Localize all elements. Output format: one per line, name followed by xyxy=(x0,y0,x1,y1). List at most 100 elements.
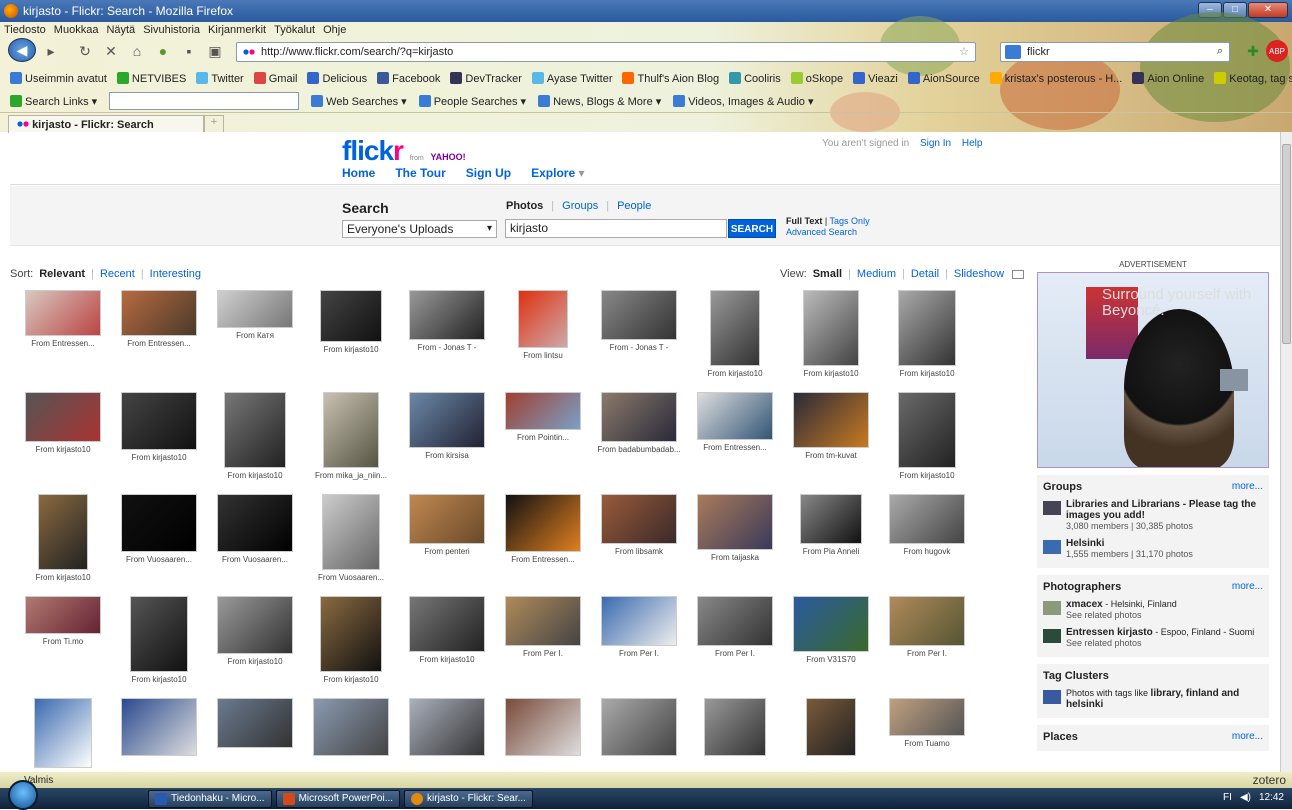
menu-item[interactable]: Sivuhistoria xyxy=(143,24,200,36)
tab-flickr-search[interactable]: kirjasto - Flickr: Search xyxy=(8,115,204,133)
photo-thumbnail[interactable] xyxy=(601,494,677,544)
nav-home[interactable]: Home xyxy=(342,166,375,180)
photo-result[interactable]: From kirjasto10 xyxy=(207,392,303,480)
photo-caption[interactable]: From kirjasto10 xyxy=(207,657,303,666)
start-button[interactable] xyxy=(8,779,38,810)
web-searches-menu[interactable]: Web Searches ▾ xyxy=(311,94,407,108)
zotero-button[interactable]: zotero xyxy=(1253,773,1286,787)
photo-thumbnail[interactable] xyxy=(505,698,581,756)
photo-thumbnail[interactable] xyxy=(889,698,965,736)
photo-result[interactable] xyxy=(303,698,399,759)
photo-caption[interactable]: From lintsu xyxy=(495,351,591,360)
photo-caption[interactable]: From kirjasto10 xyxy=(303,345,399,354)
reload-icon[interactable]: ↻ xyxy=(74,40,96,62)
photo-caption[interactable]: From Vuosaaren... xyxy=(111,555,207,564)
volume-icon[interactable]: ◀) xyxy=(1240,792,1251,803)
photo-result[interactable]: From Pointin... xyxy=(495,392,591,442)
photo-thumbnail[interactable] xyxy=(697,392,773,440)
photo-caption[interactable]: From penteri xyxy=(399,547,495,556)
nav-tour[interactable]: The Tour xyxy=(395,166,445,180)
photo-result[interactable]: From kirjasto10 xyxy=(15,392,111,454)
people-searches-menu[interactable]: People Searches ▾ xyxy=(418,94,526,108)
photographer-item[interactable]: Entressen kirjasto - Espoo, Finland - Su… xyxy=(1043,627,1263,649)
photo-caption[interactable]: From Per I. xyxy=(495,649,591,658)
clock[interactable]: 12:42 xyxy=(1259,792,1284,803)
photo-result[interactable]: From kirsisa xyxy=(399,392,495,460)
bookmark-item[interactable]: Ayase Twitter xyxy=(531,71,612,85)
photo-caption[interactable]: From Ti.mo xyxy=(15,637,111,646)
search-button[interactable]: SEARCH xyxy=(728,219,776,238)
bookmark-item[interactable]: DevTracker xyxy=(450,71,522,85)
photo-result[interactable]: From badabumbadab... xyxy=(591,392,687,454)
advanced-search-link[interactable]: Advanced Search xyxy=(786,227,857,237)
photo-caption[interactable]: From Entressen... xyxy=(111,339,207,348)
photo-caption[interactable]: From kirjasto10 xyxy=(15,573,111,582)
photo-caption[interactable]: From badabumbadab... xyxy=(591,445,687,454)
browser-search-input[interactable]: flickr ⌕ xyxy=(1000,42,1230,62)
photo-thumbnail[interactable] xyxy=(38,494,88,570)
photo-thumbnail[interactable] xyxy=(25,392,101,442)
fulltext-option[interactable]: Full Text xyxy=(786,216,822,226)
photo-caption[interactable]: From mika_ja_niin... xyxy=(303,471,399,480)
photo-result[interactable]: From Per I. xyxy=(591,596,687,658)
tab-groups[interactable]: Groups xyxy=(562,200,598,212)
photo-thumbnail[interactable] xyxy=(323,392,379,468)
photo-caption[interactable]: From tm-kuvat xyxy=(783,451,879,460)
photo-result[interactable]: From kirjasto10 xyxy=(303,290,399,354)
photo-result[interactable] xyxy=(15,698,111,771)
photo-thumbnail[interactable] xyxy=(806,698,856,756)
photo-caption[interactable]: From Entressen... xyxy=(495,555,591,564)
photo-caption[interactable]: From kirjasto10 xyxy=(783,369,879,378)
photo-thumbnail[interactable] xyxy=(320,290,382,342)
photo-caption[interactable]: From Pointin... xyxy=(495,433,591,442)
videos-images-menu[interactable]: Videos, Images & Audio ▾ xyxy=(673,94,813,108)
photo-thumbnail[interactable] xyxy=(601,698,677,756)
menu-item[interactable]: Työkalut xyxy=(274,24,315,36)
photo-result[interactable]: From Катя xyxy=(207,290,303,340)
photo-result[interactable]: From Per I. xyxy=(879,596,975,658)
photo-caption[interactable]: From kirjasto10 xyxy=(111,675,207,684)
photo-caption[interactable]: From kirjasto10 xyxy=(399,655,495,664)
photo-caption[interactable]: From - Jonas T - xyxy=(399,343,495,352)
photographers-more-link[interactable]: more... xyxy=(1232,581,1263,593)
photo-result[interactable]: From mika_ja_niin... xyxy=(303,392,399,480)
photo-thumbnail[interactable] xyxy=(224,392,286,468)
photo-thumbnail[interactable] xyxy=(25,596,101,634)
places-more-link[interactable]: more... xyxy=(1232,731,1263,743)
slideshow-icon[interactable] xyxy=(1012,269,1025,279)
sort-recent[interactable]: Recent xyxy=(100,268,135,280)
photo-result[interactable]: From kirjasto10 xyxy=(303,596,399,684)
bookmark-item[interactable]: Useimmin avatut xyxy=(10,71,107,85)
photo-result[interactable]: From Entressen... xyxy=(495,494,591,564)
photo-thumbnail[interactable] xyxy=(409,698,485,756)
photo-result[interactable]: From Per I. xyxy=(687,596,783,658)
photo-result[interactable]: From Pia Anneli xyxy=(783,494,879,556)
photo-result[interactable]: From Vuosaaren... xyxy=(111,494,207,564)
photo-thumbnail[interactable] xyxy=(518,290,568,348)
bookmark-item[interactable]: Aion Online xyxy=(1132,71,1204,85)
photo-thumbnail[interactable] xyxy=(121,698,197,756)
photo-thumbnail[interactable] xyxy=(505,392,581,430)
photo-result[interactable]: From penteri xyxy=(399,494,495,556)
photo-thumbnail[interactable] xyxy=(793,392,869,448)
photo-thumbnail[interactable] xyxy=(217,596,293,654)
photo-result[interactable]: From kirjasto10 xyxy=(15,494,111,582)
menu-item[interactable]: Kirjanmerkit xyxy=(208,24,266,36)
bookmark-item[interactable]: Keotag, tag search mu... xyxy=(1214,71,1292,85)
photo-thumbnail[interactable] xyxy=(313,698,389,756)
language-indicator[interactable]: FI xyxy=(1223,792,1232,803)
photo-caption[interactable]: From - Jonas T - xyxy=(591,343,687,352)
bookmark-item[interactable]: kristax's posterous - H... xyxy=(989,71,1122,85)
toolbar-search-input[interactable] xyxy=(109,92,300,110)
search-input[interactable]: kirjasto xyxy=(505,219,727,238)
photo-result[interactable]: From Ti.mo xyxy=(15,596,111,646)
search-icon[interactable]: ⌕ xyxy=(1217,45,1223,58)
bookmark-item[interactable]: Delicious xyxy=(307,71,367,85)
bookmark-item[interactable]: AionSource xyxy=(907,71,980,85)
photo-thumbnail[interactable] xyxy=(601,392,677,442)
photo-result[interactable]: From kirjasto10 xyxy=(687,290,783,378)
nav-signup[interactable]: Sign Up xyxy=(466,166,511,180)
bookmark-item[interactable]: Twitter xyxy=(196,71,244,85)
photo-result[interactable] xyxy=(687,698,783,759)
view-medium[interactable]: Medium xyxy=(857,268,896,280)
